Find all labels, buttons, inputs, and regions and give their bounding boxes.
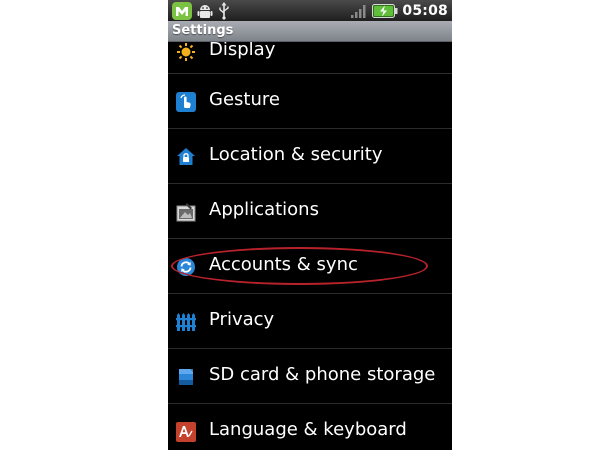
gesture-icon bbox=[176, 92, 196, 112]
title-bar: Settings bbox=[168, 21, 452, 42]
clock: 05:08 bbox=[402, 2, 448, 19]
settings-item-accounts-sync[interactable]: Accounts & sync bbox=[168, 239, 452, 294]
privacy-icon bbox=[176, 312, 196, 332]
settings-item-display[interactable]: Display bbox=[168, 42, 452, 74]
settings-item-label: Applications bbox=[209, 199, 319, 220]
android-debug-icon bbox=[197, 2, 213, 20]
applications-icon bbox=[176, 202, 196, 222]
settings-item-applications[interactable]: Applications bbox=[168, 184, 452, 239]
notification-icons bbox=[172, 0, 230, 21]
meebo-notification-icon bbox=[172, 1, 192, 20]
status-bar: 05:08 bbox=[168, 0, 452, 21]
battery-charging-icon bbox=[372, 3, 398, 18]
settings-item-label: Location & security bbox=[209, 144, 383, 165]
system-status: 05:08 bbox=[350, 0, 448, 21]
settings-item-label: Display bbox=[209, 42, 276, 60]
settings-list[interactable]: Display Gesture Location & security Appl… bbox=[168, 42, 452, 450]
language-keyboard-icon bbox=[176, 422, 196, 442]
display-icon bbox=[176, 42, 196, 62]
sd-card-icon bbox=[176, 367, 196, 387]
usb-icon bbox=[218, 1, 230, 20]
settings-item-location-security[interactable]: Location & security bbox=[168, 129, 452, 184]
settings-item-label: Language & keyboard bbox=[209, 419, 407, 440]
phone-screen: 05:08 Settings Display Gesture Location … bbox=[168, 0, 452, 450]
settings-item-label: Gesture bbox=[209, 89, 280, 110]
settings-item-language-keyboard[interactable]: Language & keyboard bbox=[168, 404, 452, 450]
settings-item-label: Privacy bbox=[209, 309, 275, 330]
signal-icon bbox=[350, 3, 368, 19]
settings-item-label: Accounts & sync bbox=[209, 254, 358, 275]
accounts-sync-icon bbox=[176, 257, 196, 277]
location-security-icon bbox=[176, 147, 196, 167]
settings-item-gesture[interactable]: Gesture bbox=[168, 74, 452, 129]
settings-item-sd-card-storage[interactable]: SD card & phone storage bbox=[168, 349, 452, 404]
settings-item-label: SD card & phone storage bbox=[209, 364, 436, 385]
settings-item-privacy[interactable]: Privacy bbox=[168, 294, 452, 349]
page-title: Settings bbox=[172, 23, 234, 38]
